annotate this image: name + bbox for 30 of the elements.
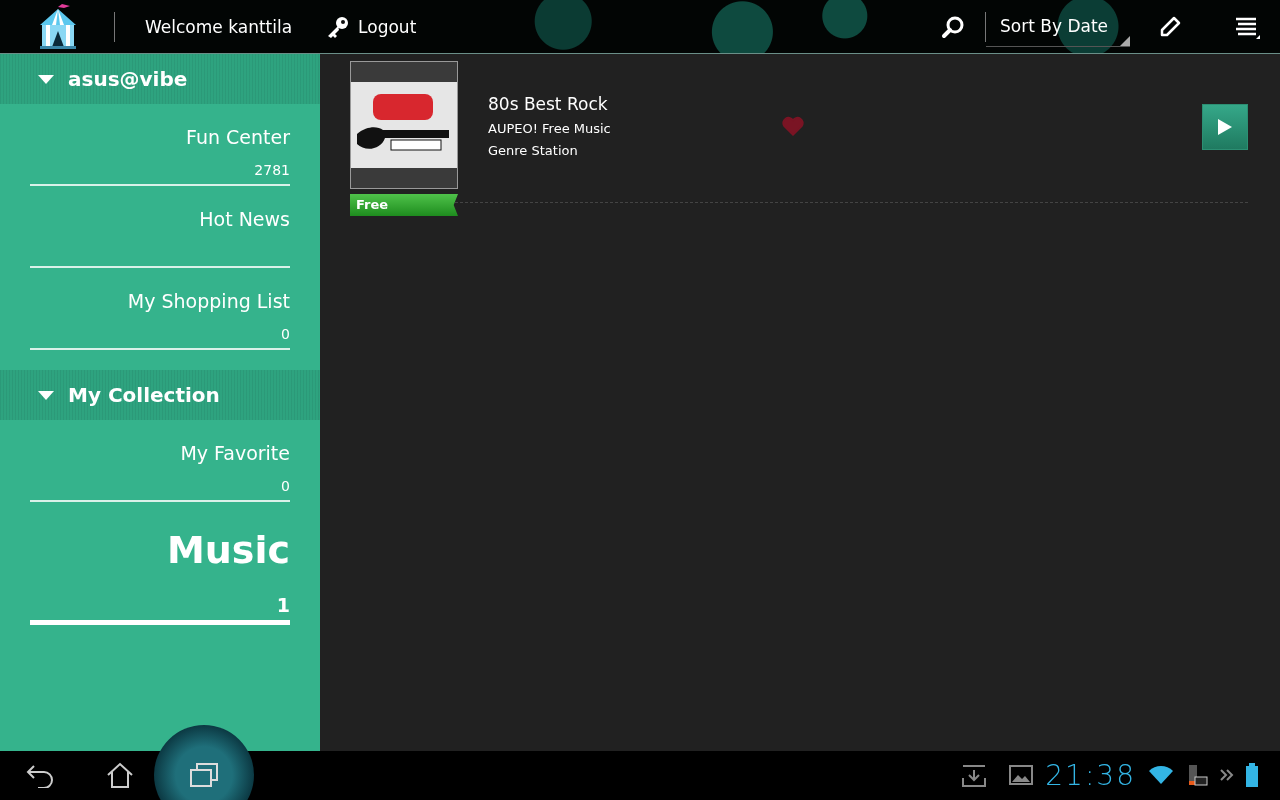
welcome-text: Welcome kanttila <box>145 16 293 37</box>
key-icon <box>326 15 351 38</box>
keyboard-battery-icon <box>1186 763 1208 787</box>
play-icon <box>1217 118 1233 136</box>
logout-button[interactable]: Logout <box>326 15 417 38</box>
collapse-triangle-icon <box>38 390 54 400</box>
battery-icon <box>1246 763 1258 787</box>
back-icon[interactable] <box>26 762 56 788</box>
section-header[interactable]: My Collection <box>0 370 320 420</box>
wifi-icon <box>1148 765 1174 785</box>
search-icon[interactable] <box>941 14 965 39</box>
station-category: Genre Station <box>488 143 579 158</box>
play-button[interactable] <box>1202 104 1248 150</box>
station-subtitle: AUPEO! Free Music <box>488 121 611 136</box>
image-icon <box>1009 765 1034 785</box>
home-icon[interactable] <box>106 761 134 789</box>
sidebar-item[interactable]: My Favorite 0 <box>30 420 290 502</box>
station-title: 80s Best Rock <box>488 94 609 114</box>
download-icon <box>961 762 988 788</box>
pencil-icon[interactable] <box>1158 14 1182 39</box>
section-header[interactable]: asus@vibe <box>0 54 320 104</box>
collapse-triangle-icon <box>38 74 54 84</box>
double-chevron-icon <box>1220 768 1234 782</box>
sidebar-item[interactable]: Music 1 <box>30 502 290 625</box>
free-badge: Free <box>350 194 458 216</box>
sidebar-item[interactable]: Fun Center 2781 <box>30 104 290 186</box>
recent-apps-icon[interactable] <box>189 762 219 788</box>
sidebar-item[interactable]: My Shopping List 0 <box>30 268 290 350</box>
clock-time: 21:38 <box>1045 758 1136 792</box>
sidebar-item[interactable]: Hot News <box>30 186 290 268</box>
